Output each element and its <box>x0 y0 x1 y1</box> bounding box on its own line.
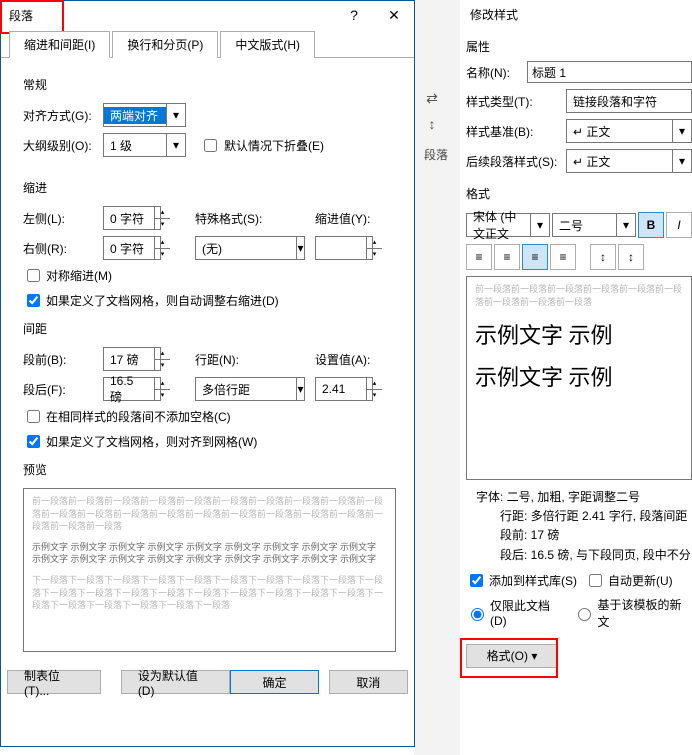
italic-button[interactable]: I <box>666 212 692 238</box>
titlebar: 段落 ? ✕ <box>1 1 414 29</box>
font-combo[interactable]: 宋体 (中文正文▾ <box>466 213 550 237</box>
nospace-label: 在相同样式的段落间不添加空格(C) <box>46 408 231 425</box>
name-label: 名称(N): <box>466 64 527 81</box>
spacing-heading: 间距 <box>23 320 396 337</box>
help-button[interactable]: ? <box>334 1 374 29</box>
after-spinner[interactable]: 16.5 磅 ▴▾ <box>103 377 161 401</box>
paragraph-dialog: 段落 ? ✕ 缩进和间距(I) 换行和分页(P) 中文版式(H) 常规 对齐方式… <box>0 0 415 747</box>
base-combo[interactable]: ↵ 正文▾ <box>566 119 692 143</box>
indent-icon: ⇄ <box>420 86 444 110</box>
tab-indent-spacing[interactable]: 缩进和间距(I) <box>9 31 110 58</box>
align-right-button[interactable]: ≡ <box>550 244 576 270</box>
preview-box: 前一段落前一段落前一段落前一段落前一段落前一段落前一段落前一段落前一段落前一段落… <box>23 488 396 652</box>
outline-combo[interactable]: 1 级 ▾ <box>103 133 186 157</box>
grid-indent-checkbox[interactable] <box>27 294 40 307</box>
grid-align-label: 如果定义了文档网格，则对齐到网格(W) <box>46 433 257 450</box>
bold-button[interactable]: B <box>638 212 664 238</box>
symmetric-checkbox[interactable] <box>27 269 40 282</box>
auto-update-checkbox[interactable] <box>589 574 602 587</box>
add-to-gallery-checkbox[interactable] <box>470 574 483 587</box>
props-heading: 属性 <box>466 38 692 55</box>
general-heading: 常规 <box>23 76 396 93</box>
tabs-button[interactable]: 制表位(T)... <box>7 670 101 694</box>
setval-spinner[interactable]: 2.41 ▴▾ <box>315 377 373 401</box>
align-label: 对齐方式(G): <box>23 107 103 124</box>
symmetric-label: 对称缩进(M) <box>46 267 112 284</box>
after-label: 段后(F): <box>23 381 103 398</box>
collapse-label: 默认情况下折叠(E) <box>224 137 324 154</box>
setval-label: 设置值(A): <box>315 351 370 368</box>
left-indent-label: 左侧(L): <box>23 210 103 227</box>
grid-indent-label: 如果定义了文档网格，则自动调整右缩进(D) <box>46 292 279 309</box>
modify-style-dialog: 修改样式 属性 名称(N): 样式类型(T): 链接段落和字符 样式基准(B):… <box>460 0 692 755</box>
outline-label: 大纲级别(O): <box>23 137 103 154</box>
chevron-down-icon: ▾ <box>166 104 185 126</box>
template-radio[interactable] <box>578 608 591 621</box>
indentval-spinner[interactable]: ▴▾ <box>315 236 373 260</box>
sample-box: 前一段落前一段落前一段落前一段落前一段落前一段落前一段落前一段落前一段落 示例文… <box>466 276 692 480</box>
size-combo[interactable]: 二号▾ <box>552 213 636 237</box>
style-description: 字体: 二号, 加粗, 字距调整二号 行距: 多倍行距 2.41 字行, 段落间… <box>476 488 692 565</box>
type-combo[interactable]: 链接段落和字符 <box>566 89 692 113</box>
indent-heading: 缩进 <box>23 179 396 196</box>
align-left-button[interactable]: ≡ <box>466 244 492 270</box>
format-heading: 格式 <box>466 185 692 202</box>
dialog-title: 修改样式 <box>460 0 692 32</box>
right-indent-label: 右侧(R): <box>23 240 103 257</box>
close-button[interactable]: ✕ <box>374 1 414 29</box>
left-indent-spinner[interactable]: 0 字符 ▴▾ <box>103 206 161 230</box>
next-combo[interactable]: ↵ 正文▾ <box>566 149 692 173</box>
grid-align-checkbox[interactable] <box>27 435 40 448</box>
nospace-checkbox[interactable] <box>27 410 40 423</box>
next-label: 后续段落样式(S): <box>466 153 566 170</box>
linesp-label: 行距(N): <box>195 351 265 368</box>
ok-button[interactable]: 确定 <box>230 670 319 694</box>
align-center-button[interactable]: ≡ <box>494 244 520 270</box>
tab-asian[interactable]: 中文版式(H) <box>220 31 315 58</box>
align-combo[interactable]: 两端对齐 ▾ <box>103 103 186 127</box>
preview-heading: 预览 <box>23 461 396 478</box>
cancel-button[interactable]: 取消 <box>329 670 408 694</box>
tabs: 缩进和间距(I) 换行和分页(P) 中文版式(H) <box>9 31 414 58</box>
collapse-checkbox[interactable] <box>204 139 217 152</box>
sort-icon: ↕ <box>420 112 444 136</box>
only-doc-radio[interactable] <box>471 608 484 621</box>
name-input[interactable] <box>527 61 692 83</box>
base-label: 样式基准(B): <box>466 123 566 140</box>
tab-line-page[interactable]: 换行和分页(P) <box>112 31 218 58</box>
special-combo[interactable]: (无) ▾ <box>195 236 305 260</box>
before-spinner[interactable]: 17 磅 ▴▾ <box>103 347 161 371</box>
linespacing-button[interactable]: ↕ <box>590 244 616 270</box>
linesp-combo[interactable]: 多倍行距 ▾ <box>195 377 305 401</box>
right-indent-spinner[interactable]: 0 字符 ▴▾ <box>103 236 161 260</box>
align-justify-button[interactable]: ≡ <box>522 244 548 270</box>
indentval-label: 缩进值(Y): <box>315 210 370 227</box>
type-label: 样式类型(T): <box>466 93 566 110</box>
default-button[interactable]: 设为默认值(D) <box>121 670 230 694</box>
format-button[interactable]: 格式(O) ▾ <box>466 644 558 668</box>
dialog-title: 段落 <box>9 7 33 24</box>
before-label: 段前(B): <box>23 351 103 368</box>
spacing-inc-button[interactable]: ↕ <box>618 244 644 270</box>
chevron-down-icon: ▾ <box>166 134 185 156</box>
special-label: 特殊格式(S): <box>195 210 265 227</box>
